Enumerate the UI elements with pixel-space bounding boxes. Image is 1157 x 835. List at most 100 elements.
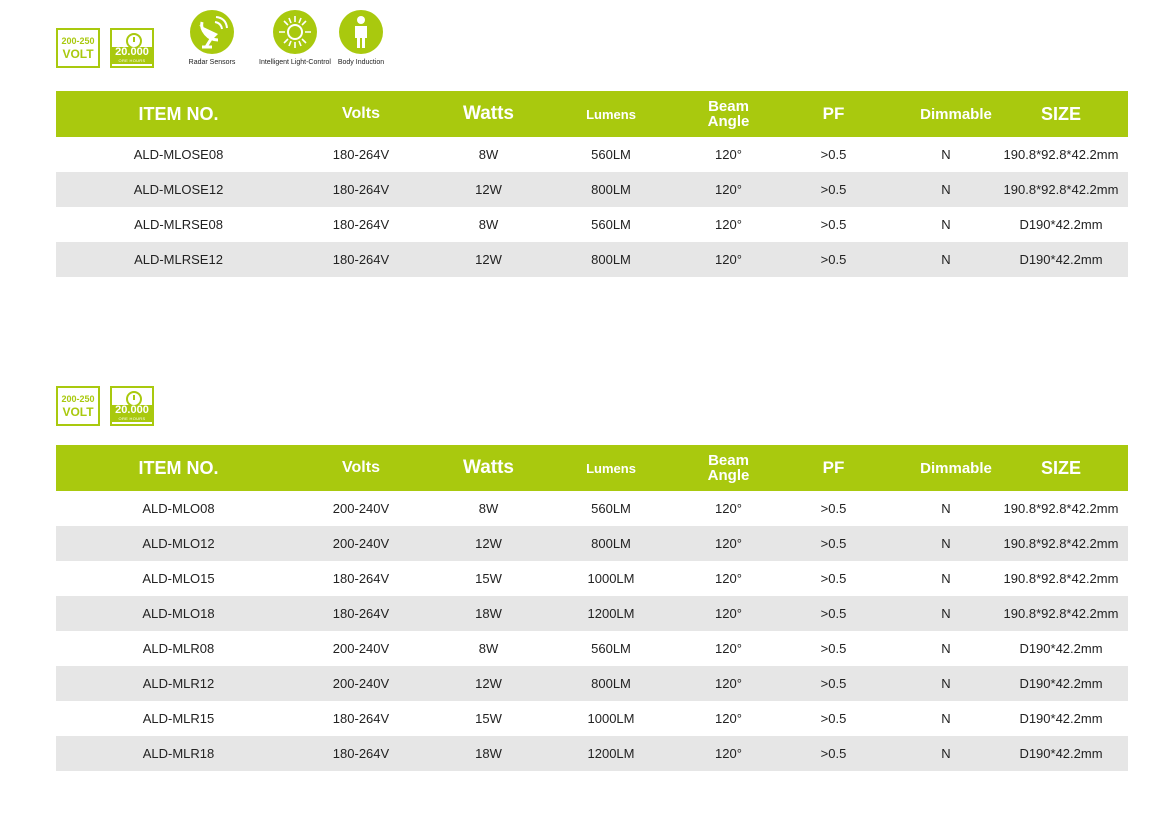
header-beam-line1: Beam: [708, 452, 749, 469]
header-size: SIZE: [1040, 103, 1081, 124]
cell-watts: 12W: [475, 252, 502, 267]
cell-volts: 180-264V: [332, 711, 390, 726]
cell-lumens: 1000LM: [587, 711, 635, 726]
cell-size: D190*42.2mm: [1019, 711, 1103, 726]
cell-pf: >0.5: [820, 147, 847, 162]
cell-lumens: 560LM: [591, 641, 631, 656]
cell-pf: >0.5: [820, 571, 847, 586]
cell-item-no: ALD-MLO08: [142, 501, 215, 516]
header-beam-angle: Beam Angle: [681, 445, 776, 491]
cell-pf: >0.5: [820, 536, 847, 551]
cell-lumens: 1000LM: [587, 571, 635, 586]
radar-sensor-icon: [190, 10, 234, 54]
cell-volts: 180-264V: [332, 746, 390, 761]
cell-dimmable: N: [941, 571, 951, 586]
cell-item-no: ALD-MLR12: [142, 676, 215, 691]
cell-watts: 15W: [475, 711, 502, 726]
header-beam-line2: Angle: [707, 467, 750, 484]
table-row: ALD-MLR08 200-240V 8W 560LM 120° >0.5 N D190*42…: [56, 631, 1128, 666]
cell-item-no: ALD-MLR15: [142, 711, 215, 726]
spec-table-2: ITEM NO. Volts Watts Lumens Beam Angle P…: [56, 445, 1128, 771]
cell-volts: 180-264V: [332, 182, 390, 197]
cell-dimmable: N: [941, 606, 951, 621]
cell-dimmable: N: [941, 252, 951, 267]
feature-radar-sensors: Radar Sensors: [182, 10, 242, 66]
cell-dimmable: N: [941, 676, 951, 691]
cell-pf: >0.5: [820, 746, 847, 761]
cell-dimmable: N: [941, 641, 951, 656]
cell-watts: 18W: [475, 746, 502, 761]
cell-pf: >0.5: [820, 641, 847, 656]
header-item-no: ITEM NO.: [138, 103, 219, 124]
table-row: ALD-MLO18 180-264V 18W 1200LM 120° >0.5 N 190.8…: [56, 596, 1128, 631]
cell-size: 190.8*92.8*42.2mm: [1003, 571, 1119, 586]
header-pf: PF: [822, 104, 845, 123]
cell-lumens: 800LM: [591, 676, 631, 691]
header-watts: Watts: [462, 457, 515, 478]
cell-size: D190*42.2mm: [1019, 252, 1103, 267]
cell-size: 190.8*92.8*42.2mm: [1003, 182, 1119, 197]
table-row: ALD-MLR12 200-240V 12W 800LM 120° >0.5 N D190*4…: [56, 666, 1128, 701]
cell-volts: 200-240V: [332, 676, 390, 691]
hours-value: 20.000: [115, 46, 149, 58]
cell-item-no: ALD-MLRSE08: [134, 217, 223, 232]
table-row: ALD-MLO12 200-240V 12W 800LM 120° >0.5 N 190.8*…: [56, 526, 1128, 561]
cell-volts: 200-240V: [332, 536, 390, 551]
cell-pf: >0.5: [820, 501, 847, 516]
cell-size: 190.8*92.8*42.2mm: [1003, 147, 1119, 162]
cell-lumens: 1200LM: [587, 746, 635, 761]
hours-value: 20.000: [115, 404, 149, 416]
volt-label: VOLT: [62, 46, 94, 61]
cell-item-no: ALD-MLOSE12: [133, 182, 224, 197]
cell-lumens: 560LM: [591, 217, 631, 232]
cell-beam-angle: 120°: [715, 182, 742, 197]
table-body: ALD-MLO08 200-240V 8W 560LM 120° >0.5 N 190.8*9…: [56, 491, 1128, 771]
table-row: ALD-MLO08 200-240V 8W 560LM 120° >0.5 N 190.8*9…: [56, 491, 1128, 526]
cell-item-no: ALD-MLOSE08: [133, 147, 224, 162]
cell-watts: 12W: [475, 536, 502, 551]
hours-label: ORE HOURS: [118, 416, 146, 421]
cell-watts: 8W: [478, 501, 499, 516]
table-row: ALD-MLR18 180-264V 18W 1200LM 120° >0.5 N D190*…: [56, 736, 1128, 771]
cell-beam-angle: 120°: [715, 147, 742, 162]
cell-beam-angle: 120°: [715, 711, 742, 726]
cell-watts: 8W: [478, 147, 499, 162]
cell-volts: 180-264V: [332, 217, 390, 232]
cell-beam-angle: 120°: [715, 571, 742, 586]
cell-dimmable: N: [941, 182, 951, 197]
cell-volts: 180-264V: [332, 147, 390, 162]
volt-range: 200-250: [61, 35, 95, 46]
feature-label: Radar Sensors: [188, 59, 236, 66]
table-body: ALD-MLOSE08 180-264V 8W 560LM 120° >0.5 N 190.8…: [56, 137, 1128, 277]
table-row: ALD-MLOSE12 180-264V 12W 800LM 120° >0.5 N 190.…: [56, 172, 1128, 207]
cell-item-no: ALD-MLO18: [142, 606, 215, 621]
header-beam-angle: Beam Angle: [681, 91, 776, 137]
cell-size: D190*42.2mm: [1019, 746, 1103, 761]
header-pf: PF: [822, 458, 845, 477]
header-beam-line2: Angle: [707, 113, 750, 130]
cell-size: 190.8*92.8*42.2mm: [1003, 501, 1119, 516]
cell-lumens: 560LM: [591, 147, 631, 162]
cell-beam-angle: 120°: [715, 501, 742, 516]
volt-badge: 200-250 VOLT: [56, 28, 100, 68]
table-row: ALD-MLOSE08 180-264V 8W 560LM 120° >0.5 N 190.8…: [56, 137, 1128, 172]
spec-table-1: ITEM NO. Volts Watts Lumens Beam Angle P…: [56, 91, 1128, 277]
cell-lumens: 560LM: [591, 501, 631, 516]
hours-label: ORE HOURS: [118, 58, 146, 63]
cell-size: D190*42.2mm: [1019, 641, 1103, 656]
cell-pf: >0.5: [820, 182, 847, 197]
cell-lumens: 800LM: [591, 252, 631, 267]
table-row: ALD-MLO15 180-264V 15W 1000LM 120° >0.5 N 190.8…: [56, 561, 1128, 596]
cell-volts: 180-264V: [332, 252, 390, 267]
cell-pf: >0.5: [820, 217, 847, 232]
cell-dimmable: N: [941, 501, 951, 516]
hours-badge: 20.000 ORE HOURS: [110, 28, 154, 68]
feature-body-induction: Body Induction: [326, 10, 396, 66]
cell-size: D190*42.2mm: [1019, 217, 1103, 232]
cell-watts: 18W: [475, 606, 502, 621]
cell-pf: >0.5: [820, 606, 847, 621]
header-beam-line1: Beam: [708, 98, 749, 115]
cell-lumens: 1200LM: [587, 606, 635, 621]
header-lumens: Lumens: [586, 460, 636, 476]
hours-badge: 20.000 ORE HOURS: [110, 386, 154, 426]
